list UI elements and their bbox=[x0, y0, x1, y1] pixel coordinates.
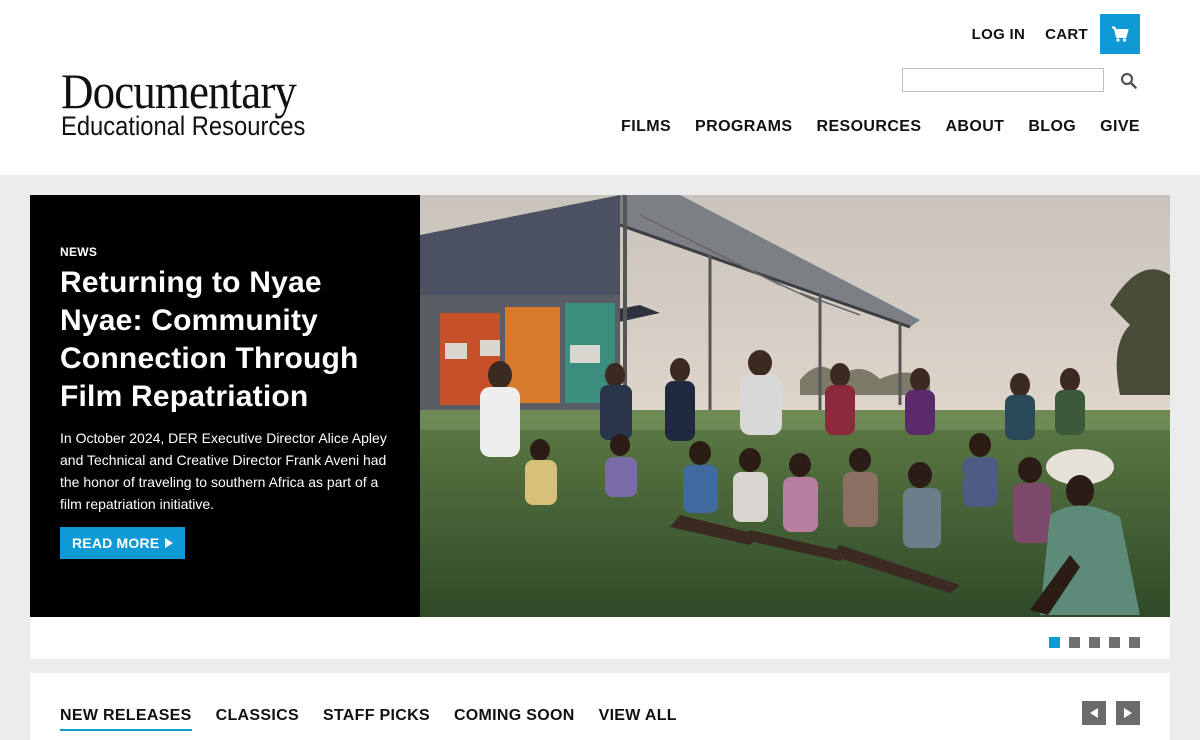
nav-films[interactable]: FILMS bbox=[621, 118, 671, 136]
hero-text-panel: NEWS Returning to Nyae Nyae: Community C… bbox=[30, 195, 420, 617]
carousel-arrows bbox=[1072, 701, 1140, 725]
site-logo[interactable]: Documentary Educational Resources bbox=[61, 63, 339, 141]
slider-dot-5[interactable] bbox=[1129, 637, 1140, 648]
nav-give[interactable]: GIVE bbox=[1100, 118, 1140, 136]
next-button[interactable] bbox=[1116, 701, 1140, 725]
tab-classics[interactable]: CLASSICS bbox=[216, 707, 299, 731]
search-input[interactable] bbox=[902, 68, 1104, 92]
tab-view-all[interactable]: VIEW ALL bbox=[599, 707, 677, 731]
read-more-button[interactable]: READ MORE bbox=[60, 527, 186, 559]
cart-button[interactable] bbox=[1100, 14, 1140, 54]
logo-line-2: Educational Resources bbox=[61, 111, 306, 141]
login-link[interactable]: LOG IN bbox=[972, 26, 1025, 43]
play-arrow-icon bbox=[165, 538, 174, 548]
hero-slider: NEWS Returning to Nyae Nyae: Community C… bbox=[30, 195, 1170, 617]
hero-description: In October 2024, DER Executive Director … bbox=[60, 430, 387, 512]
utility-links: LOG IN CART bbox=[972, 14, 1140, 54]
cart-icon bbox=[1112, 26, 1129, 42]
logo-line-1: Documentary bbox=[61, 63, 297, 119]
chevron-right-icon bbox=[1124, 708, 1132, 718]
hero-image[interactable] bbox=[420, 195, 1170, 617]
slider-dot-2[interactable] bbox=[1069, 637, 1080, 648]
hero-photo-illustration bbox=[420, 195, 1170, 617]
nav-about[interactable]: ABOUT bbox=[945, 118, 1004, 136]
chevron-left-icon bbox=[1090, 708, 1098, 718]
main-nav: FILMS PROGRAMS RESOURCES ABOUT BLOG GIVE bbox=[597, 118, 1140, 136]
hero-title[interactable]: Returning to Nyae Nyae: Community Connec… bbox=[60, 264, 390, 416]
read-more-label: READ MORE bbox=[72, 535, 160, 551]
site-header: Documentary Educational Resources LOG IN… bbox=[0, 0, 1200, 175]
film-tabs: NEW RELEASES CLASSICS STAFF PICKS COMING… bbox=[60, 707, 701, 731]
slider-pagination-bar bbox=[30, 617, 1170, 659]
cart-link[interactable]: CART bbox=[1045, 26, 1088, 43]
search-icon bbox=[1120, 72, 1137, 89]
nav-programs[interactable]: PROGRAMS bbox=[695, 118, 792, 136]
hero-kicker: NEWS bbox=[60, 245, 98, 259]
film-tabs-section: NEW RELEASES CLASSICS STAFF PICKS COMING… bbox=[30, 673, 1170, 740]
slider-dot-3[interactable] bbox=[1089, 637, 1100, 648]
slider-dot-1[interactable] bbox=[1049, 637, 1060, 648]
slider-dot-4[interactable] bbox=[1109, 637, 1120, 648]
search-button[interactable] bbox=[1116, 69, 1140, 91]
tab-new-releases[interactable]: NEW RELEASES bbox=[60, 707, 192, 731]
nav-resources[interactable]: RESOURCES bbox=[816, 118, 921, 136]
prev-button[interactable] bbox=[1082, 701, 1106, 725]
tab-coming-soon[interactable]: COMING SOON bbox=[454, 707, 575, 731]
nav-blog[interactable]: BLOG bbox=[1028, 118, 1076, 136]
tab-staff-picks[interactable]: STAFF PICKS bbox=[323, 707, 430, 731]
slider-dots bbox=[1040, 637, 1140, 648]
